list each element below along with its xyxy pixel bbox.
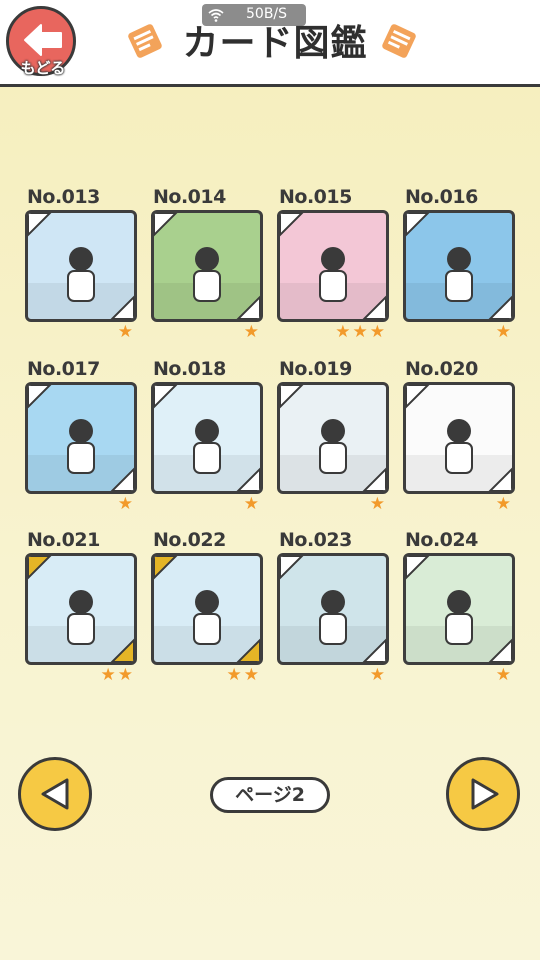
card-rating: ★ [369,494,387,514]
card-tile[interactable] [403,382,515,494]
card-number: No.019 [279,358,352,380]
card-illustration [28,385,134,491]
page-title: カード図鑑 [182,23,368,64]
card-tile[interactable] [25,382,137,494]
card-icon [128,24,162,58]
card-number: No.016 [405,186,478,208]
card-rating: ★ [369,665,387,685]
card-illustration [28,556,134,662]
card-number: No.021 [27,529,100,551]
triangle-right-icon [471,778,499,810]
page-indicator: ページ2 [210,777,330,813]
card-rating: ★ [243,322,261,342]
card-illustration [406,213,512,319]
card-rating: ★★ [226,665,261,685]
card-rating: ★ [495,494,513,514]
card-tile[interactable] [277,382,389,494]
card-tile[interactable] [25,553,137,665]
card-tile[interactable] [403,553,515,665]
card-number: No.022 [153,529,226,551]
card-illustration [280,556,386,662]
back-label: もどる [20,59,66,77]
card-number: No.014 [153,186,226,208]
card-number: No.023 [279,529,352,551]
card-rating: ★ [495,322,513,342]
card-tile[interactable] [25,210,137,322]
card-rating: ★ [243,494,261,514]
card-number: No.017 [27,358,100,380]
card-illustration [154,556,260,662]
back-button[interactable]: もどる [6,6,76,77]
card-tile[interactable] [151,382,263,494]
card-rating: ★★ [100,665,135,685]
card-tile[interactable] [151,553,263,665]
prev-page-button[interactable] [18,757,92,831]
card-icon [382,24,416,58]
card-rating: ★ [117,322,135,342]
card-illustration [280,385,386,491]
card-illustration [406,385,512,491]
card-tile[interactable] [277,210,389,322]
card-rating: ★ [117,494,135,514]
card-rating: ★ [495,665,513,685]
card-number: No.018 [153,358,226,380]
card-illustration [154,213,260,319]
card-tile[interactable] [151,210,263,322]
arrow-left-icon [24,24,62,56]
card-illustration [28,213,134,319]
card-illustration [280,213,386,319]
card-illustration [154,385,260,491]
card-number: No.024 [405,529,478,551]
card-number: No.013 [27,186,100,208]
card-rating: ★★★ [335,322,387,342]
next-page-button[interactable] [446,757,520,831]
card-tile[interactable] [403,210,515,322]
card-tile[interactable] [277,553,389,665]
card-illustration [406,556,512,662]
header-bar: もどる 50B/S カード図鑑 [0,0,540,87]
triangle-left-icon [41,778,69,810]
card-number: No.020 [405,358,478,380]
card-number: No.015 [279,186,352,208]
